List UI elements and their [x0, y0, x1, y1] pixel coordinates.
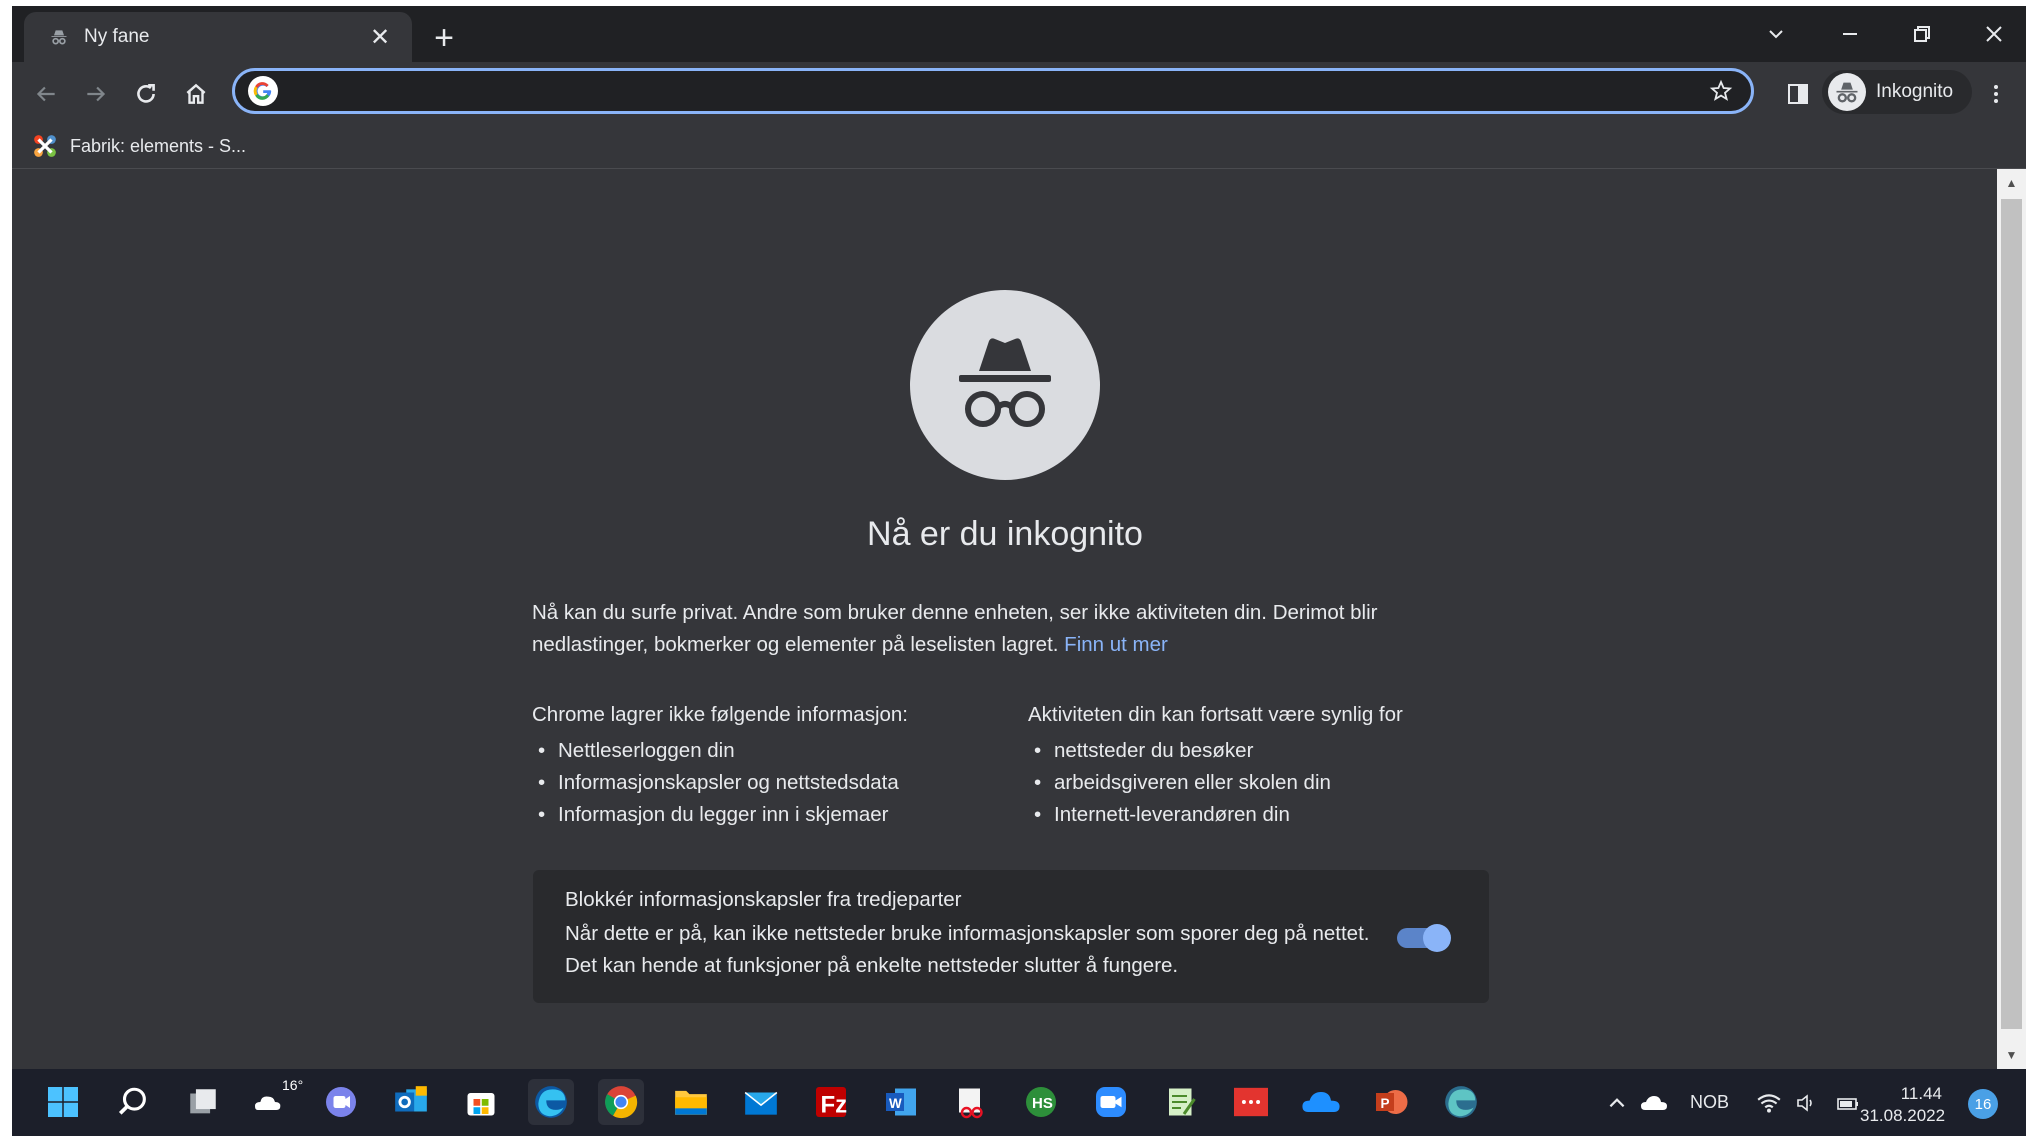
list-item: Informasjonskapsler og nettstedsdata	[532, 767, 1012, 799]
back-icon[interactable]	[24, 72, 68, 116]
not-saved-heading: Chrome lagrer ikke følgende informasjon:	[532, 703, 908, 726]
intro-text: Nå kan du surfe privat. Andre som bruker…	[532, 597, 1472, 661]
system-clock[interactable]: 11.44 31.08.2022	[1860, 1083, 1946, 1127]
list-item: Nettleserloggen din	[532, 735, 1012, 767]
weather-icon[interactable]: 16°	[248, 1077, 303, 1125]
show-hidden-icons-icon[interactable]	[1606, 1069, 1628, 1136]
svg-text:Fz: Fz	[821, 1092, 848, 1119]
language-indicator[interactable]: NOB	[1690, 1069, 1729, 1136]
svg-text:HS: HS	[1032, 1095, 1053, 1112]
chrome-icon[interactable]	[598, 1079, 644, 1125]
page-title: Nå er du inkognito	[867, 515, 1143, 553]
app-red-icon[interactable]	[1228, 1079, 1274, 1125]
tab-search-chevron-icon[interactable]	[1746, 12, 1806, 56]
start-icon[interactable]	[40, 1079, 86, 1125]
google-icon	[248, 76, 278, 106]
edge-icon[interactable]	[528, 1079, 574, 1125]
snipping-tool-icon[interactable]	[948, 1079, 994, 1125]
forward-icon[interactable]	[74, 72, 118, 116]
tab-strip: Ny fane ✕ +	[12, 6, 2026, 62]
cookie-setting-title: Blokkér informasjonskapsler fra tredjepa…	[565, 888, 962, 911]
mail-icon[interactable]	[738, 1079, 784, 1125]
new-tab-button[interactable]: +	[422, 16, 466, 60]
third-party-cookies-card: Blokkér informasjonskapsler fra tredjepa…	[533, 870, 1489, 1003]
svg-text:W: W	[889, 1096, 902, 1111]
tab-new-tab[interactable]: Ny fane ✕	[24, 12, 412, 62]
incognito-icon	[910, 290, 1100, 480]
bookmarks-bar: Fabrik: elements - S...	[12, 124, 2026, 169]
list-item: Internett-leverandøren din	[1028, 799, 1508, 831]
address-bar[interactable]	[232, 68, 1754, 114]
cookie-setting-description: Når dette er på, kan ikke nettsteder bru…	[565, 922, 1370, 977]
wifi-icon[interactable]	[1756, 1069, 1782, 1136]
clock-date: 31.08.2022	[1860, 1106, 1946, 1125]
scroll-down-icon[interactable]: ▼	[1997, 1043, 2026, 1067]
teams-chat-icon[interactable]	[318, 1079, 364, 1125]
reload-icon[interactable]	[124, 72, 168, 116]
list-item: nettsteder du besøker	[1028, 735, 1508, 767]
toggle-knob	[1423, 924, 1451, 952]
task-view-icon[interactable]	[180, 1079, 226, 1125]
filezilla-icon[interactable]: Fz	[808, 1079, 854, 1125]
block-cookies-toggle[interactable]	[1397, 924, 1451, 952]
list-item: Informasjon du legger inn i skjemaer	[532, 799, 1012, 831]
still-visible-list: Aktiviteten din kan fortsatt være synlig…	[1028, 699, 1508, 831]
intro-body: Nå kan du surfe privat. Andre som bruker…	[532, 601, 1378, 656]
battery-icon[interactable]	[1834, 1069, 1860, 1136]
onedrive-icon[interactable]	[1298, 1079, 1344, 1125]
scrollbar-thumb[interactable]	[2001, 199, 2022, 1029]
side-panel-icon[interactable]	[1776, 72, 1820, 116]
restore-icon[interactable]	[1892, 12, 1952, 56]
volume-icon[interactable]	[1796, 1069, 1820, 1136]
incognito-avatar-icon	[1828, 73, 1866, 111]
file-explorer-icon[interactable]	[668, 1079, 714, 1125]
scroll-up-icon[interactable]: ▲	[1997, 171, 2026, 195]
tab-title: Ny fane	[84, 26, 150, 47]
clock-time: 11.44	[1900, 1084, 1942, 1103]
bookmark-star-icon[interactable]	[1703, 73, 1739, 109]
home-icon[interactable]	[174, 72, 218, 116]
store-icon[interactable]	[458, 1079, 504, 1125]
browser-window: Ny fane ✕ + Inkognito Fabrik: elements -…	[12, 6, 2026, 1136]
word-icon[interactable]: W	[878, 1079, 924, 1125]
search-icon[interactable]	[110, 1079, 156, 1125]
profile-button[interactable]: Inkognito	[1822, 70, 1972, 114]
profile-label: Inkognito	[1876, 81, 1954, 102]
still-visible-heading: Aktiviteten din kan fortsatt være synlig…	[1028, 703, 1403, 726]
minimize-icon[interactable]	[1820, 12, 1880, 56]
notification-badge[interactable]: 16	[1968, 1089, 1998, 1119]
cloud-tray-icon[interactable]	[1640, 1069, 1668, 1136]
not-saved-list: Chrome lagrer ikke følgende informasjon:…	[532, 699, 1012, 831]
windows-taskbar: 16° Fz W HS P NOB 11.44 31.08.2022 16	[12, 1069, 2026, 1136]
page-scrollbar[interactable]: ▲ ▼	[1997, 169, 2026, 1069]
tab-close-icon[interactable]: ✕	[366, 23, 394, 52]
bookmark-fabrik[interactable]: Fabrik: elements - S...	[32, 130, 246, 162]
incognito-tab-icon	[48, 26, 70, 48]
edge-dev-icon[interactable]	[1438, 1079, 1484, 1125]
bookmark-label: Fabrik: elements - S...	[70, 135, 247, 156]
close-window-icon[interactable]	[1964, 12, 2024, 56]
more-menu-icon[interactable]	[1974, 72, 2018, 116]
powerpoint-icon[interactable]: P	[1368, 1079, 1414, 1125]
notepad-icon[interactable]	[1158, 1079, 1204, 1125]
toolbar: Inkognito	[12, 62, 2026, 124]
incognito-page: Nå er du inkognito Nå kan du surfe priva…	[12, 169, 1997, 1069]
outlook-icon[interactable]	[388, 1079, 434, 1125]
weather-temp: 16°	[282, 1077, 304, 1093]
learn-more-link[interactable]: Finn ut mer	[1064, 633, 1168, 656]
hubspot-icon[interactable]: HS	[1018, 1079, 1064, 1125]
joomla-icon	[34, 135, 56, 157]
zoom-icon[interactable]	[1088, 1079, 1134, 1125]
svg-text:P: P	[1381, 1096, 1390, 1111]
list-item: arbeidsgiveren eller skolen din	[1028, 767, 1508, 799]
address-input[interactable]	[287, 78, 1703, 104]
